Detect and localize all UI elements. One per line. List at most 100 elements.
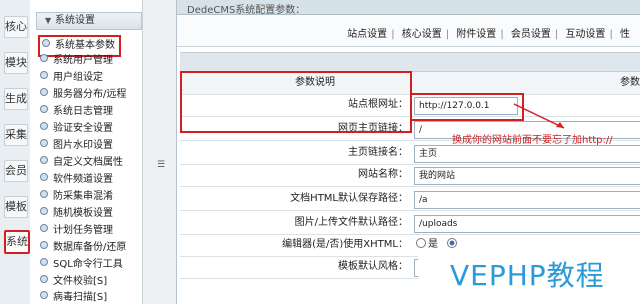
menu-item-label: SQL命令行工具 [53,259,123,270]
vtab-label: 系统 [6,235,28,248]
vtab-label: 核心 [5,20,27,33]
vtab-template[interactable]: 模板 [4,196,28,218]
menu-item-label: 系统日志管理 [53,106,113,117]
tab-performance[interactable]: 性 [616,29,634,40]
vtab-label: 生成 [5,92,27,105]
tab-separator: | [445,29,450,40]
vtab-label: 模板 [5,200,27,213]
menu-item[interactable]: 文件校验[S] [40,274,107,290]
tab-interaction[interactable]: 互动设置 [561,29,609,40]
row-label: 模板默认风格： [338,261,408,272]
menu-item[interactable]: 服务器分布/远程 [40,87,126,103]
vtab-generate[interactable]: 生成 [4,88,28,110]
table-toolbar [180,52,640,72]
table-row: 图片/上传文件默认路径： [180,212,640,235]
vtab-member[interactable]: 会员 [4,160,28,182]
menu-item[interactable]: 自定义文档属性 [40,155,123,171]
watermark: VEPHP教程 [418,248,640,304]
menu-item[interactable]: SQL命令行工具 [40,257,123,273]
vtab-core[interactable]: 核心 [4,16,28,38]
bullet-icon [40,173,48,181]
bullet-icon [40,139,48,147]
tab-separator: | [609,29,613,40]
menu-item[interactable]: 防采集串混淆 [40,189,113,205]
tab-site[interactable]: 站点设置 [343,29,391,40]
menu-item-label: 系统用户管理 [53,55,113,66]
bullet-icon [40,71,48,79]
menu-item-label: 验证安全设置 [53,123,113,134]
menu-item[interactable]: 验证安全设置 [40,121,113,137]
menu-item[interactable]: 用户组设定 [40,70,103,86]
bullet-icon [40,190,48,198]
menu-item[interactable]: 图片水印设置 [40,138,113,154]
page-title: DedeCMS系统配置参数： [187,5,306,16]
vtab-module[interactable]: 模块 [4,52,28,74]
menu-item[interactable]: 软件频道设置 [40,172,113,188]
bullet-icon [40,156,48,164]
menu-item-label: 数据库备份/还原 [53,242,127,253]
highlight-box [410,93,524,121]
tab-attachment[interactable]: 附件设置 [452,29,500,40]
chevron-down-icon: ▼ [45,16,52,25]
bullet-icon [40,291,48,299]
menu-item-label: 用户组设定 [53,72,103,83]
vtab-label: 会员 [5,164,27,177]
row-label: 图片/上传文件默认路径： [294,217,408,228]
tab-separator: | [554,29,559,40]
menu-item-label: 防采集串混淆 [53,191,113,202]
bullet-icon [40,122,48,130]
menu-group-header[interactable]: ▼ 系统设置 [36,12,142,30]
frame-splitter[interactable]: ☰ [143,0,177,304]
settings-tabs: 站点设置 | 核心设置 | 附件设置 | 会员设置 | 互动设置 | 性 [177,16,640,47]
grip-icon: ☰ [157,160,166,170]
bullet-icon [40,224,48,232]
vtab-label: 采集 [5,128,27,141]
menu-item[interactable]: 系统日志管理 [40,104,113,120]
bullet-icon [40,105,48,113]
menu-group-title: 系统设置 [55,15,95,26]
menu-item-label: 文件校验[S] [53,276,108,287]
page-header: DedeCMS系统配置参数： [177,0,640,16]
upload-path-input[interactable] [414,215,640,233]
vtab-collect[interactable]: 采集 [4,124,28,146]
tab-core[interactable]: 核心设置 [398,29,446,40]
vertical-tabs: 核心 模块 生成 采集 会员 模板 系统 [0,0,31,304]
row-label: 主页链接名： [348,147,408,158]
watermark-text: VEPHP教程 [450,259,605,292]
radio-no[interactable] [447,238,458,248]
vtab-label: 模块 [5,56,27,69]
menu-item-label: 自定义文档属性 [53,157,123,168]
html-save-path-input[interactable] [414,191,640,209]
menu-item[interactable]: 数据库备份/还原 [40,240,126,256]
site-name-input[interactable] [414,167,640,185]
menu-item[interactable]: 系统用户管理 [40,53,113,69]
annotation-note: 换成你的网站前面不要忘了加http:// [452,135,613,146]
bullet-icon [40,207,48,215]
tab-member[interactable]: 会员设置 [507,29,555,40]
bullet-icon [40,54,48,62]
row-label: 文档HTML默认保存路径： [290,193,408,204]
row-label: 网站名称： [358,169,408,180]
sidebar-menu: ▼ 系统设置 系统基本参数 系统用户管理 用户组设定 服务器分布/远程 系统日志管… [30,0,143,304]
menu-item-label: 随机模板设置 [53,208,113,219]
menu-item-label: 病毒扫描[S] [53,292,108,303]
bullet-icon [40,275,48,283]
bullet-icon [40,88,48,96]
tab-separator: | [500,29,504,40]
tab-separator: | [391,29,395,40]
vtab-system[interactable]: 系统 [4,230,30,254]
menu-item[interactable]: 随机模板设置 [40,206,113,222]
menu-item[interactable]: 计划任务管理 [40,223,113,239]
bullet-icon [40,258,48,266]
menu-item-label: 系统基本参数 [55,40,115,51]
menu-item-label: 图片水印设置 [53,140,113,151]
column-header-param: 参数 [620,77,640,88]
menu-item-label: 计划任务管理 [53,225,113,236]
annotation-arrow [513,103,565,129]
bullet-icon [40,241,48,249]
homepage-link-name-input[interactable] [414,145,640,163]
radio-yes[interactable] [416,238,426,248]
menu-item-label: 软件频道设置 [53,174,113,185]
table-row: 网站名称： [180,164,640,187]
row-label: 编辑器(是/否)使用XHTML： [282,239,408,250]
